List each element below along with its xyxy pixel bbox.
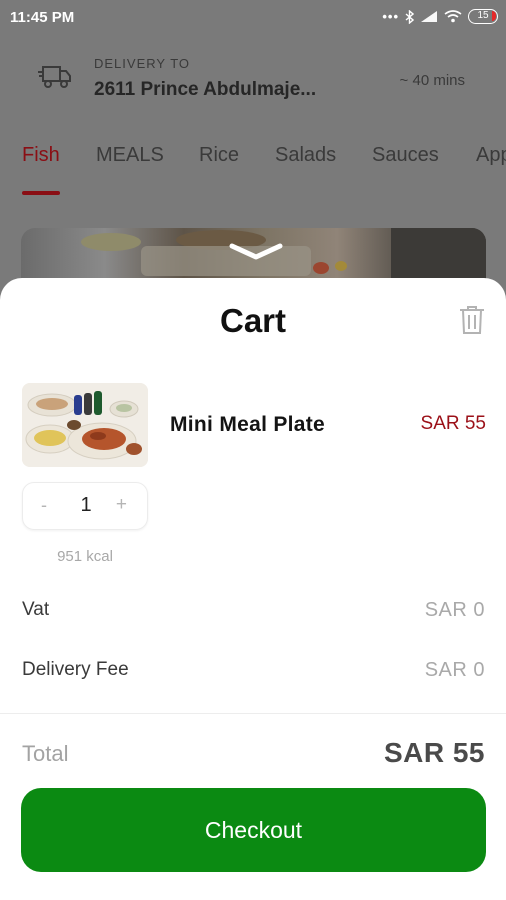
total-label: Total [22, 741, 69, 766]
vat-label: Vat [22, 599, 50, 620]
total-value: SAR 55 [383, 737, 485, 768]
increase-quantity-button[interactable]: + [116, 494, 127, 516]
tab-sauces[interactable]: Sauces [372, 144, 439, 167]
status-icons: ••• 15 [382, 9, 498, 24]
category-tabs: Fish MEALS Rice Salads Sauces App [0, 128, 506, 198]
item-price: SAR 55 [420, 413, 486, 434]
delivery-address: 2611 Prince Abdulmaje... [94, 79, 317, 100]
tab-fish[interactable]: Fish [22, 144, 60, 167]
quantity-stepper: - 1 + [22, 482, 148, 530]
status-time: 11:45 PM [10, 9, 75, 26]
vat-value: SAR 0 [424, 599, 485, 621]
delivery-eta: ~ 40 mins [399, 72, 465, 89]
more-dots-icon: ••• [382, 9, 399, 24]
battery-icon: 15 [468, 9, 498, 24]
wifi-icon [444, 10, 462, 23]
quantity-value: 1 [80, 494, 92, 516]
bluetooth-icon [405, 9, 414, 24]
delivery-fee-value: SAR 0 [424, 659, 485, 681]
delivery-truck-icon [38, 66, 71, 88]
tab-salads[interactable]: Salads [275, 144, 336, 167]
cart-sheet: Cart Mini Meal Plate SAR 55 - 1 + 951 kc… [0, 278, 506, 900]
checkout-button[interactable]: Checkout [21, 788, 486, 872]
cart-title: Cart [219, 302, 287, 339]
status-bar: 11:45 PM ••• 15 [0, 0, 506, 36]
active-tab-indicator [22, 191, 60, 195]
item-name: Mini Meal Plate [170, 413, 326, 436]
delivery-header[interactable]: DELIVERY TO 2611 Prince Abdulmaje... ~ 4… [0, 36, 506, 128]
collapse-chevron-icon[interactable] [228, 240, 284, 262]
tab-app[interactable]: App [476, 144, 506, 167]
delivery-label: DELIVERY TO [94, 56, 191, 71]
tab-rice[interactable]: Rice [199, 144, 239, 167]
summary-divider [0, 713, 506, 714]
delivery-fee-label: Delivery Fee [22, 659, 129, 680]
tab-meals[interactable]: MEALS [96, 144, 164, 167]
signal-icon [421, 11, 437, 22]
item-image [22, 383, 148, 467]
trash-icon[interactable] [458, 304, 486, 336]
item-calories: 951 kcal [57, 548, 113, 565]
